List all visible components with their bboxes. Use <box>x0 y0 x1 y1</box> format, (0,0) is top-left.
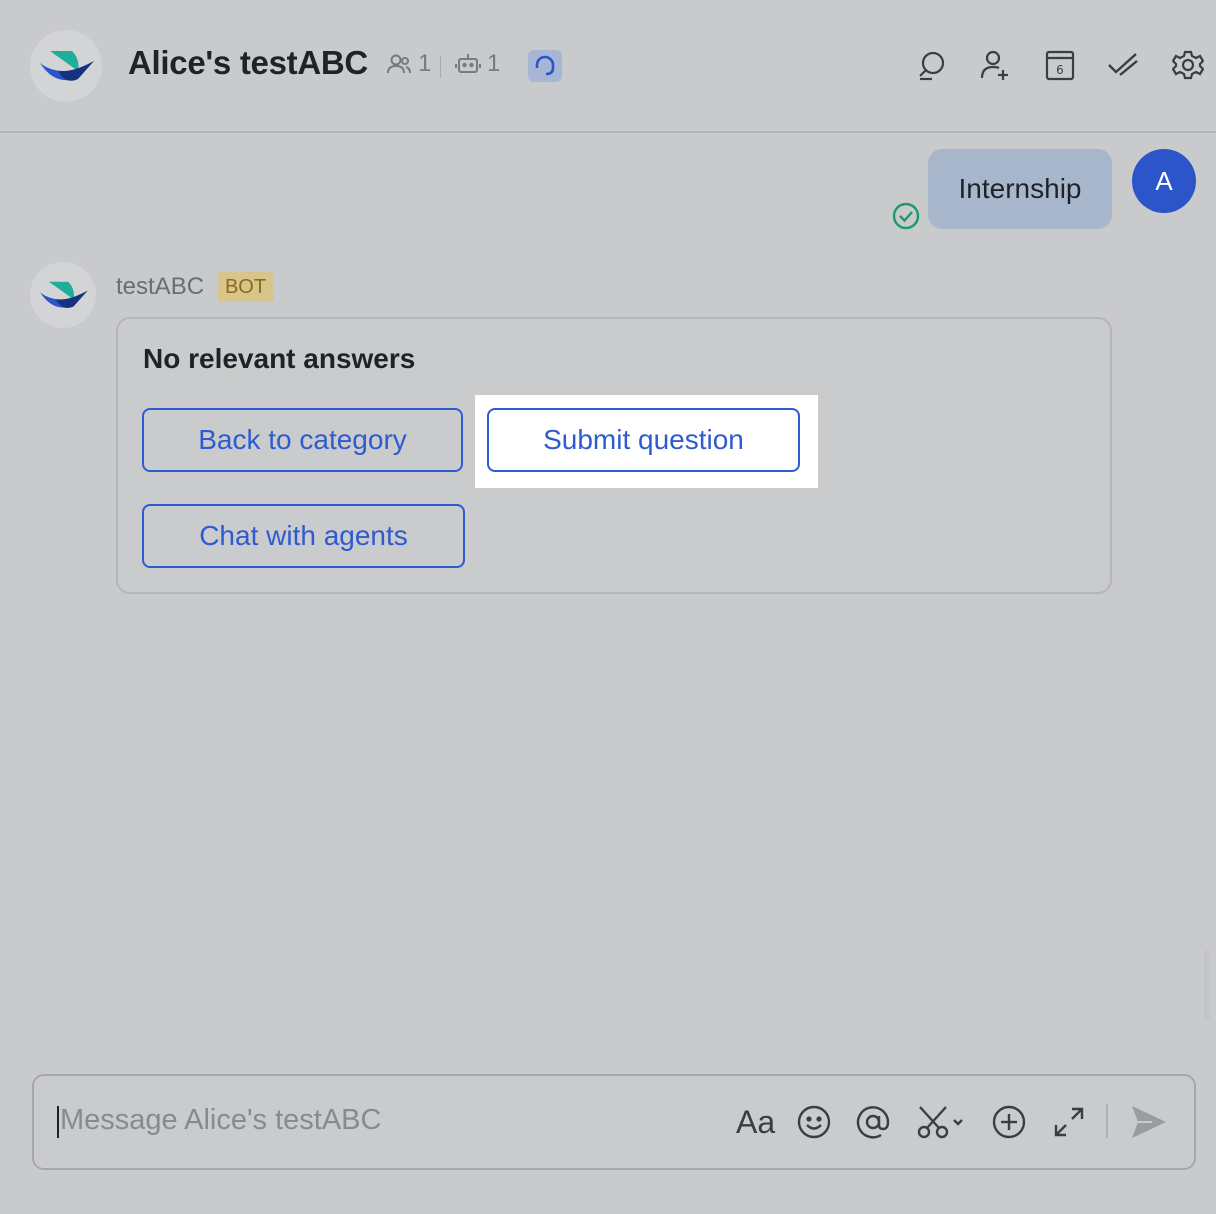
search-icon <box>919 51 945 81</box>
mention-icon <box>856 1106 890 1139</box>
text-format-button[interactable]: Aa <box>736 1102 775 1142</box>
add-attachment-button[interactable] <box>991 1102 1027 1142</box>
members-icon <box>387 54 411 74</box>
chat-with-agents-button[interactable]: Chat with agents <box>142 504 465 568</box>
send-icon <box>1132 1106 1166 1138</box>
mark-done-button[interactable] <box>1105 47 1141 83</box>
expand-icon <box>1054 1107 1084 1137</box>
member-count[interactable]: 1 <box>386 50 431 78</box>
text-caret <box>57 1106 59 1138</box>
bot-name: testABC <box>116 273 205 300</box>
calendar-button[interactable]: 6 <box>1042 47 1078 83</box>
text-format-icon: Aa <box>736 1103 776 1140</box>
mention-button[interactable] <box>855 1102 891 1142</box>
add-icon <box>992 1105 1026 1139</box>
user-avatar[interactable]: A <box>1132 149 1196 213</box>
bot-logo-icon <box>40 281 88 309</box>
settings-button[interactable] <box>1170 47 1206 83</box>
settings-icon <box>1172 50 1204 80</box>
screenshot-icon <box>917 1106 963 1139</box>
back-to-category-button[interactable]: Back to category <box>142 408 463 472</box>
service-desk-badge[interactable] <box>528 50 562 82</box>
send-button[interactable] <box>1128 1102 1168 1142</box>
emoji-button[interactable] <box>796 1102 832 1142</box>
submit-question-button[interactable]: Submit question <box>487 408 800 472</box>
calendar-icon: 6 <box>1045 50 1075 81</box>
message-input[interactable]: Message Alice's testABC <box>60 1104 381 1137</box>
group-avatar[interactable] <box>30 30 102 102</box>
add-member-button[interactable] <box>977 47 1013 83</box>
bot-badge: BOT <box>217 272 274 302</box>
composer-divider <box>1106 1104 1108 1138</box>
scrollbar[interactable] <box>1204 950 1210 1020</box>
done-icon <box>1108 53 1138 76</box>
emoji-icon <box>797 1105 831 1139</box>
headset-icon <box>535 55 555 76</box>
expand-button[interactable] <box>1052 1102 1086 1142</box>
bot-icon <box>455 54 481 73</box>
add-member-icon <box>980 50 1008 80</box>
user-message-bubble[interactable]: Internship <box>928 149 1112 229</box>
svg-text:6: 6 <box>1056 63 1064 77</box>
app-logo-icon <box>40 51 94 81</box>
meta-divider <box>440 56 441 78</box>
search-button[interactable] <box>914 47 950 83</box>
card-title: No relevant answers <box>143 343 416 374</box>
chat-header: Alice's testABC 1 1 6 <box>0 0 1216 133</box>
chat-title: Alice's testABC <box>128 44 368 81</box>
read-receipt-icon <box>891 201 921 236</box>
screenshot-button[interactable] <box>916 1102 968 1142</box>
bot-avatar[interactable] <box>30 262 96 328</box>
bot-count[interactable]: 1 <box>455 50 500 78</box>
